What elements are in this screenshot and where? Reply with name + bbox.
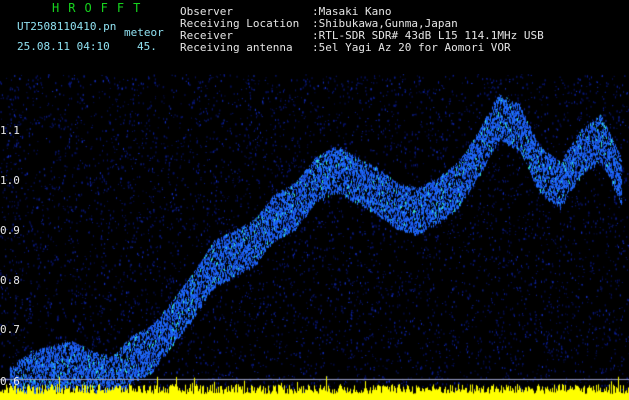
y-tick-3: 0.9 — [0, 224, 20, 237]
y-tick-2: 1.0 — [0, 174, 20, 187]
info-value-location: :Shibukawa,Gunma,Japan — [312, 17, 458, 30]
mode-label: meteor — [124, 26, 164, 39]
spectrogram-plot — [0, 74, 629, 400]
file-name: UT2508110410.pn — [17, 20, 117, 33]
y-tick-4: 0.8 — [0, 274, 20, 287]
info-value-receiver: :RTL-SDR SDR# 43dB L15 114.1MHz USB — [312, 29, 544, 42]
info-label-antenna: Receiving antenna — [180, 41, 293, 54]
y-tick-1: 1.1 — [0, 124, 20, 137]
y-tick-5: 0.7 — [0, 323, 20, 336]
info-label-location: Receiving Location — [180, 17, 300, 30]
info-value-antenna: :5el Yagi Az 20 for Aomori VOR — [312, 41, 511, 54]
value-label: 45. — [137, 40, 157, 53]
y-tick-6: 0.6 — [0, 375, 20, 388]
info-value-observer: :Masaki Kano — [312, 5, 392, 18]
info-label-receiver: Receiver — [180, 29, 233, 42]
app-title: HROFFT — [52, 1, 150, 15]
datetime-label: 25.08.11 04:10 — [17, 40, 110, 53]
info-label-observer: Observer — [180, 5, 233, 18]
